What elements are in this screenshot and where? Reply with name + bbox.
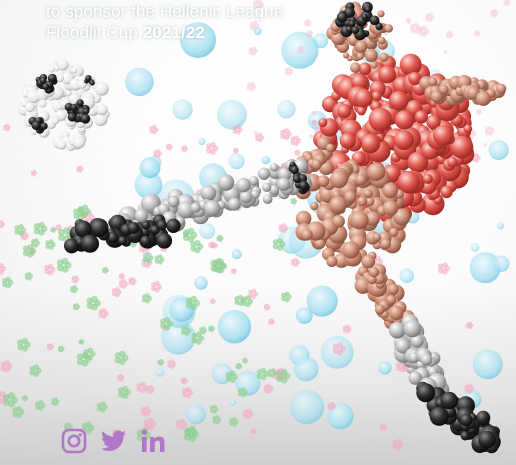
headline-season: 2021/22 <box>142 23 205 42</box>
poster: to sponsor the Hellenic League Floodlit … <box>0 0 516 465</box>
headline: to sponsor the Hellenic League Floodlit … <box>46 1 346 43</box>
headline-line-2: Floodlit Cup 2021/22 <box>46 22 346 43</box>
footballer-bubble-art <box>0 0 511 454</box>
football <box>17 59 110 152</box>
headline-line-1: to sponsor the Hellenic League <box>46 2 284 21</box>
social-links <box>60 425 168 457</box>
instagram-icon[interactable] <box>60 427 88 455</box>
linkedin-icon[interactable] <box>140 427 168 455</box>
twitter-icon[interactable] <box>100 427 128 455</box>
headline-cup-name: Floodlit Cup <box>46 23 138 42</box>
